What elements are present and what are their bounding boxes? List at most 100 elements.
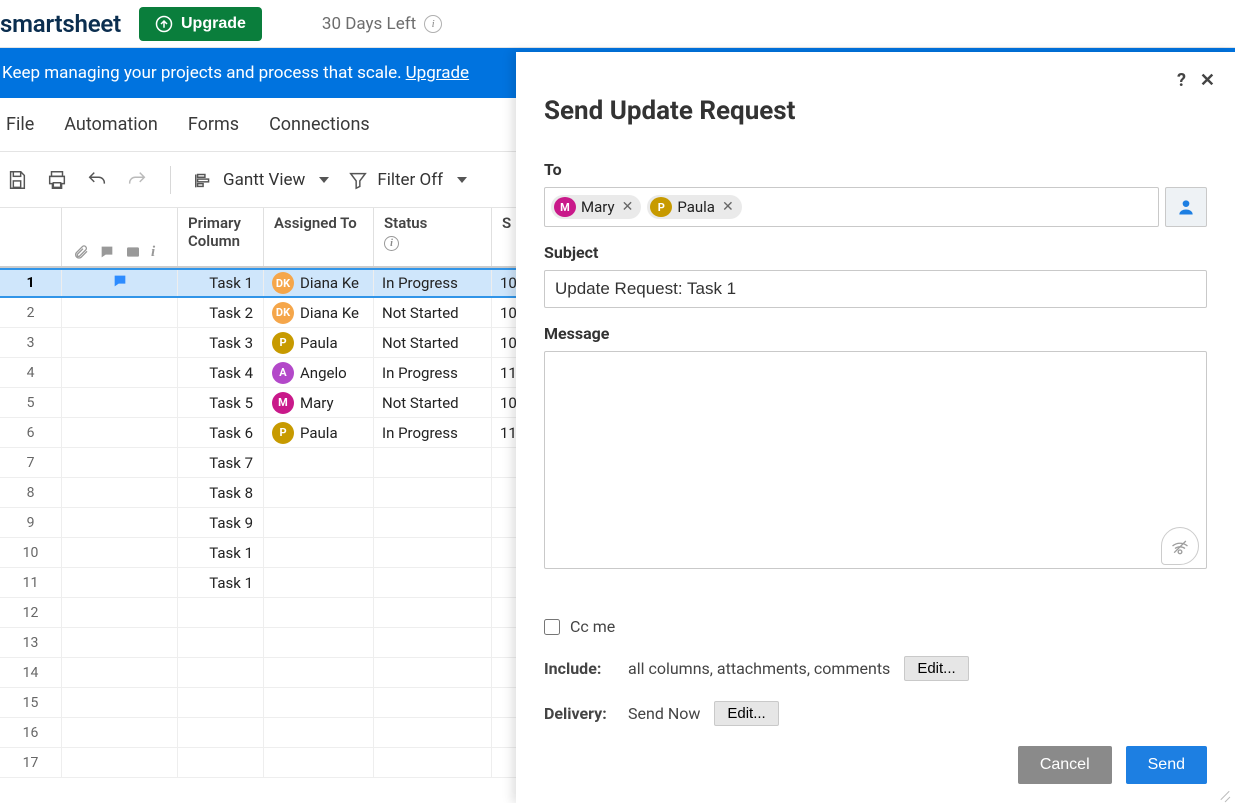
assigned-cell[interactable]: DKDiana Ke [264,298,374,327]
print-icon[interactable] [46,169,68,191]
save-icon[interactable] [6,169,28,191]
comment-icon[interactable] [99,244,115,260]
undo-icon[interactable] [86,169,108,191]
assigned-cell[interactable] [264,748,374,777]
primary-cell[interactable]: Task 2 [178,298,264,327]
header-assigned[interactable]: Assigned To [264,208,374,266]
assigned-cell[interactable] [264,718,374,747]
menu-forms[interactable]: Forms [188,114,239,135]
subject-input[interactable] [544,270,1207,308]
status-cell[interactable] [374,688,492,717]
subject-label: Subject [544,243,1207,262]
primary-cell[interactable]: Task 5 [178,388,264,417]
primary-cell[interactable] [178,598,264,627]
remove-recipient-icon[interactable]: ✕ [722,199,734,215]
row-indicator-cell [62,358,178,387]
primary-cell[interactable]: Task 6 [178,418,264,447]
proof-icon[interactable] [125,244,141,260]
primary-cell[interactable]: Task 1 [178,270,264,296]
delivery-edit-button[interactable]: Edit... [714,701,778,726]
assigned-cell[interactable]: MMary [264,388,374,417]
row-number: 12 [0,598,62,627]
status-cell[interactable]: Not Started [374,388,492,417]
status-cell[interactable] [374,598,492,627]
row-indicator-cell [62,718,178,747]
to-input[interactable]: MMary✕PPaula✕ [544,187,1159,227]
status-cell[interactable]: Not Started [374,328,492,357]
primary-cell[interactable] [178,658,264,687]
menu-file[interactable]: File [6,114,34,135]
primary-cell[interactable] [178,748,264,777]
upgrade-button[interactable]: Upgrade [139,7,262,41]
assigned-cell[interactable] [264,568,374,597]
info-icon[interactable]: i [424,15,442,33]
assigned-cell[interactable] [264,688,374,717]
status-cell[interactable]: In Progress [374,418,492,447]
send-button[interactable]: Send [1126,746,1207,784]
assigned-cell[interactable] [264,598,374,627]
header-status[interactable]: Status i [374,208,492,266]
assigned-cell[interactable] [264,538,374,567]
status-cell[interactable]: Not Started [374,298,492,327]
primary-cell[interactable]: Task 4 [178,358,264,387]
primary-cell[interactable]: Task 7 [178,448,264,477]
assigned-cell[interactable]: PPaula [264,328,374,357]
assigned-cell[interactable]: PPaula [264,418,374,447]
status-cell[interactable] [374,478,492,507]
filter-label: Filter Off [377,170,443,190]
status-info-icon[interactable]: i [384,236,399,251]
primary-cell[interactable]: Task 9 [178,508,264,537]
contact-picker-button[interactable] [1165,187,1207,227]
primary-cell[interactable]: Task 8 [178,478,264,507]
primary-cell[interactable] [178,628,264,657]
resize-handle[interactable] [1217,785,1231,799]
status-cell[interactable] [374,538,492,567]
banner-upgrade-link[interactable]: Upgrade [406,63,469,83]
assigned-cell[interactable]: DKDiana Ke [264,270,374,296]
remove-recipient-icon[interactable]: ✕ [622,199,634,215]
header-primary[interactable]: Primary Column [178,208,264,266]
primary-cell[interactable] [178,718,264,747]
primary-cell[interactable]: Task 3 [178,328,264,357]
status-cell[interactable] [374,568,492,597]
primary-cell[interactable] [178,688,264,717]
assigned-cell[interactable]: AAngelo [264,358,374,387]
status-cell[interactable] [374,628,492,657]
assigned-cell[interactable] [264,448,374,477]
status-cell[interactable] [374,658,492,687]
cc-me-checkbox[interactable] [544,619,560,635]
status-cell[interactable] [374,748,492,777]
assigned-cell[interactable] [264,628,374,657]
recipient-chip[interactable]: PPaula✕ [647,195,741,219]
assigned-cell[interactable] [264,508,374,537]
filter-icon [347,169,369,191]
cc-me-row[interactable]: Cc me [544,617,1207,636]
info-column-icon[interactable]: i [151,244,167,260]
status-cell[interactable] [374,508,492,537]
status-cell[interactable] [374,718,492,747]
include-edit-button[interactable]: Edit... [904,656,968,681]
primary-cell[interactable]: Task 1 [178,568,264,597]
assignee-name: Paula [300,334,338,352]
assignee-name: Diana Ke [300,274,359,292]
message-input[interactable] [544,351,1207,569]
menu-automation[interactable]: Automation [64,114,158,135]
assigned-cell[interactable] [264,658,374,687]
comment-indicator-icon[interactable] [112,273,128,293]
recipient-chip[interactable]: MMary✕ [551,195,641,219]
menu-connections[interactable]: Connections [269,114,370,135]
status-cell[interactable] [374,448,492,477]
close-icon[interactable]: ✕ [1200,70,1215,91]
redo-icon[interactable] [126,169,148,191]
cancel-button[interactable]: Cancel [1018,746,1112,784]
header-row-icons: i [62,208,178,266]
attachment-icon[interactable] [73,244,89,260]
filter-selector[interactable]: Filter Off [347,169,467,191]
view-selector[interactable]: Gantt View [193,169,329,191]
assigned-cell[interactable] [264,478,374,507]
status-cell[interactable]: In Progress [374,270,492,296]
primary-cell[interactable]: Task 1 [178,538,264,567]
help-icon[interactable]: ? [1177,70,1186,91]
view-label: Gantt View [223,170,305,190]
status-cell[interactable]: In Progress [374,358,492,387]
